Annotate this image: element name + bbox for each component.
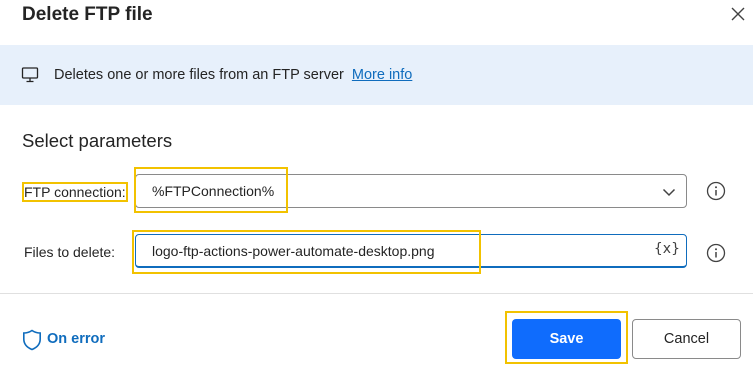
close-button[interactable] — [726, 2, 750, 26]
close-icon — [731, 7, 745, 21]
info-description: Deletes one or more files from an FTP se… — [54, 67, 344, 83]
files-to-delete-input[interactable]: logo-ftp-actions-power-automate-desktop.… — [135, 234, 687, 268]
variable-picker-button[interactable]: {x} — [654, 241, 680, 257]
chevron-down-icon[interactable] — [662, 185, 676, 199]
save-button[interactable]: Save — [512, 319, 621, 359]
files-to-delete-label: Files to delete: — [24, 244, 116, 260]
info-bar: Deletes one or more files from an FTP se… — [0, 45, 753, 105]
section-title: Select parameters — [22, 130, 173, 151]
cancel-button[interactable]: Cancel — [632, 319, 741, 359]
more-info-link[interactable]: More info — [352, 67, 412, 83]
footer-divider — [0, 293, 753, 294]
dialog-title: Delete FTP file — [22, 4, 153, 25]
files-to-delete-value: logo-ftp-actions-power-automate-desktop.… — [152, 243, 435, 259]
ftp-connection-label: FTP connection: — [22, 182, 128, 202]
info-circle-icon[interactable] — [706, 181, 726, 201]
info-circle-icon[interactable] — [706, 243, 726, 263]
ftp-connection-dropdown[interactable]: %FTPConnection% — [135, 174, 687, 208]
info-text-line: Deletes one or more files from an FTP se… — [54, 67, 412, 83]
ftp-connection-value: %FTPConnection% — [152, 183, 275, 199]
shield-icon — [23, 329, 41, 351]
monitor-icon — [21, 67, 39, 83]
on-error-label: On error — [47, 331, 106, 347]
